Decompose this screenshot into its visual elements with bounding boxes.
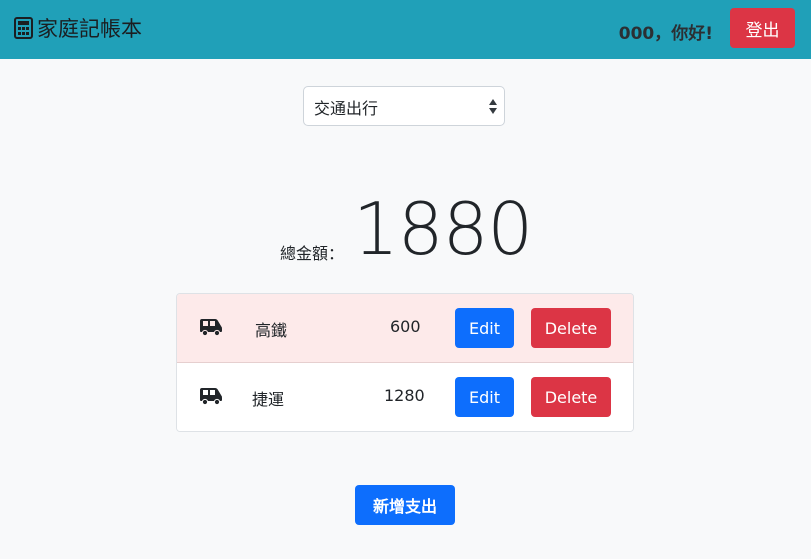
delete-button[interactable]: Delete [531,308,611,348]
select-arrows-icon [489,99,497,114]
calculator-icon [14,17,33,39]
van-icon [200,388,222,405]
add-expense-button[interactable]: 新增支出 [355,485,455,525]
logout-button[interactable]: 登出 [730,8,795,48]
expense-list: 高鐵 600 Edit Delete 捷運 1280 Edit Delete [176,293,634,432]
category-select-value: 交通出行 [314,99,379,118]
expense-name: 捷運 [252,390,285,409]
expense-name: 高鐵 [255,321,288,340]
top-navbar: 家庭記帳本 000，你好! 登出 [0,0,811,59]
brand[interactable]: 家庭記帳本 [14,13,142,43]
total-label: 總金額： [280,244,345,263]
expense-row: 高鐵 600 Edit Delete [177,294,633,363]
edit-button[interactable]: Edit [455,308,514,348]
total-amount: 1880 [353,187,533,271]
van-icon [200,319,222,336]
app-title: 家庭記帳本 [37,17,142,41]
expense-amount: 1280 [384,386,425,405]
delete-button[interactable]: Delete [531,377,611,417]
user-greeting: 000，你好! [618,24,713,44]
category-select[interactable]: 交通出行 [303,86,505,126]
edit-button[interactable]: Edit [455,377,514,417]
expense-amount: 600 [390,317,421,336]
expense-row: 捷運 1280 Edit Delete [177,363,633,431]
